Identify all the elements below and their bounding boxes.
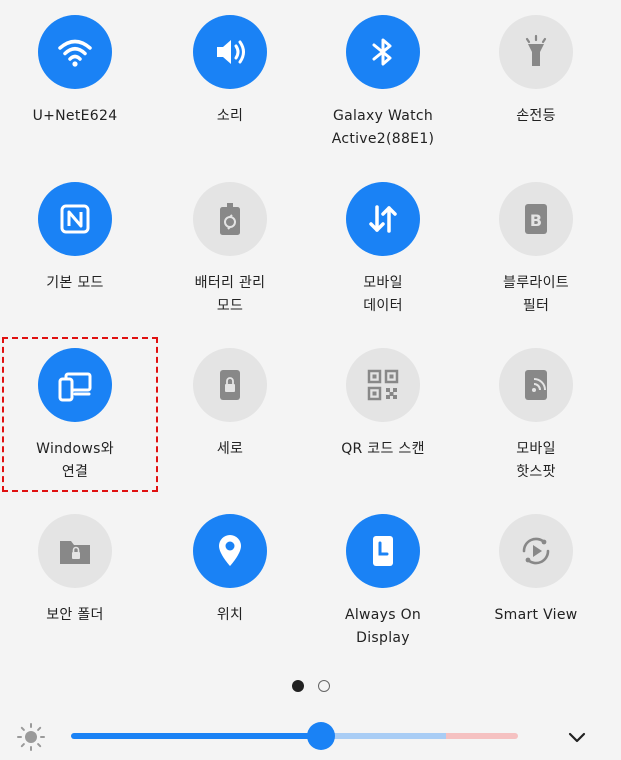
- tile-label: U+NetE624: [0, 105, 150, 128]
- tile-nfc[interactable]: 기본 모드: [0, 182, 150, 295]
- brightness-high-zone: [446, 733, 518, 739]
- tile-label: Smart View: [461, 604, 611, 627]
- tile-label-line: 모바일: [516, 441, 556, 457]
- tile-bluelight[interactable]: B 블루라이트필터: [461, 182, 611, 318]
- tile-label-line: 위치: [216, 607, 244, 623]
- tile-label: 블루라이트필터: [461, 272, 611, 318]
- chevron-down-icon[interactable]: [566, 726, 588, 748]
- tile-label-line: 모바일: [363, 275, 403, 291]
- smart-view-toggle-button[interactable]: [499, 514, 573, 588]
- tile-label-line: 보안 폴더: [46, 607, 104, 623]
- tile-always-on[interactable]: Always On Display: [308, 514, 458, 650]
- tile-label: 손전등: [461, 105, 611, 128]
- mobile-data-toggle-button[interactable]: [346, 182, 420, 256]
- flashlight-toggle-button[interactable]: [499, 15, 573, 89]
- bluetooth-icon: [372, 38, 392, 66]
- brightness-remaining: [321, 733, 447, 739]
- tile-label: 모바일핫스팟: [461, 438, 611, 484]
- tile-label: Always On Display: [308, 604, 458, 650]
- tile-label: 기본 모드: [0, 272, 150, 295]
- tile-location[interactable]: 위치: [155, 514, 305, 627]
- tile-battery[interactable]: 배터리 관리모드: [155, 182, 305, 318]
- tile-label-line: Display: [356, 630, 410, 646]
- tile-secure-folder[interactable]: 보안 폴더: [0, 514, 150, 627]
- tile-qr[interactable]: QR 코드 스캔: [308, 348, 458, 461]
- tile-label: 모바일데이터: [308, 272, 458, 318]
- bluelight-icon: B: [525, 204, 547, 234]
- tile-flashlight[interactable]: 손전등: [461, 15, 611, 128]
- tile-label-line: QR 코드 스캔: [341, 441, 425, 457]
- always-on-toggle-button[interactable]: [346, 514, 420, 588]
- tile-label: 배터리 관리모드: [155, 272, 305, 318]
- tile-mobile-data[interactable]: 모바일데이터: [308, 182, 458, 318]
- battery-icon: [220, 203, 240, 235]
- tile-label: Galaxy Watch Active2(88E1): [308, 105, 458, 151]
- secure-folder-toggle-button[interactable]: [38, 514, 112, 588]
- portrait-lock-icon: [220, 370, 240, 400]
- tile-label-line: Smart View: [494, 607, 578, 623]
- page-dot-1[interactable]: [291, 680, 304, 692]
- smart-view-icon: [522, 537, 550, 565]
- tile-sound[interactable]: 소리: [155, 15, 305, 128]
- rotation-toggle-button[interactable]: [193, 348, 267, 422]
- tile-label: 소리: [155, 105, 305, 128]
- flashlight-icon: [525, 34, 547, 66]
- tile-label: 위치: [155, 604, 305, 627]
- location-toggle-button[interactable]: [193, 514, 267, 588]
- nfc-icon: [60, 204, 90, 234]
- tile-label-line: 필터: [522, 298, 550, 314]
- tile-label: 보안 폴더: [0, 604, 150, 627]
- secure-folder-icon: [60, 541, 90, 564]
- svg-text:B: B: [530, 211, 542, 230]
- tile-label-line: Active2(88E1): [331, 131, 435, 147]
- page-dot-2[interactable]: [317, 680, 330, 692]
- tile-label-line: 소리: [216, 108, 244, 124]
- brightness-bar: [0, 712, 621, 760]
- tile-label-line: 모드: [216, 298, 244, 314]
- brightness-slider-thumb[interactable]: [307, 722, 336, 750]
- hotspot-icon: [525, 370, 547, 400]
- bluelight-toggle-button[interactable]: B: [499, 182, 573, 256]
- sun-icon: [17, 723, 45, 751]
- location-pin-icon: [219, 535, 241, 566]
- tile-smart-view[interactable]: Smart View: [461, 514, 611, 627]
- brightness-slider-track[interactable]: [71, 733, 518, 739]
- tile-wifi[interactable]: U+NetE624: [0, 15, 150, 128]
- tile-label: QR 코드 스캔: [308, 438, 458, 461]
- wifi-toggle-button[interactable]: [38, 15, 112, 89]
- sound-toggle-button[interactable]: [193, 15, 267, 89]
- brightness-fill: [71, 733, 322, 739]
- tile-rotation[interactable]: 세로: [155, 348, 305, 461]
- battery-toggle-button[interactable]: [193, 182, 267, 256]
- tile-label-line: 데이터: [363, 298, 403, 314]
- qr-code-icon: [367, 369, 399, 401]
- tile-label-line: 핫스팟: [516, 464, 556, 480]
- data-arrows-icon: [369, 205, 397, 233]
- tile-label-line: Always On: [344, 607, 422, 623]
- tile-label-line: 블루라이트: [503, 275, 569, 291]
- bluetooth-toggle-button[interactable]: [346, 15, 420, 89]
- tile-label-line: 세로: [216, 441, 244, 457]
- always-on-display-icon: [373, 536, 393, 566]
- tile-label-line: 손전등: [516, 108, 556, 124]
- tile-label: 세로: [155, 438, 305, 461]
- highlight-box: [2, 337, 158, 492]
- tile-label-line: Galaxy Watch: [332, 108, 434, 124]
- qr-toggle-button[interactable]: [346, 348, 420, 422]
- tile-hotspot[interactable]: 모바일핫스팟: [461, 348, 611, 484]
- speaker-icon: [217, 40, 245, 64]
- tile-label-line: 기본 모드: [46, 275, 104, 291]
- tile-label-line: 배터리 관리: [194, 275, 266, 291]
- hotspot-toggle-button[interactable]: [499, 348, 573, 422]
- wifi-icon: [58, 39, 92, 67]
- page-indicator: [0, 680, 621, 692]
- tile-bluetooth[interactable]: Galaxy Watch Active2(88E1): [308, 15, 458, 151]
- nfc-toggle-button[interactable]: [38, 182, 112, 256]
- tile-label-line: U+NetE624: [32, 108, 118, 124]
